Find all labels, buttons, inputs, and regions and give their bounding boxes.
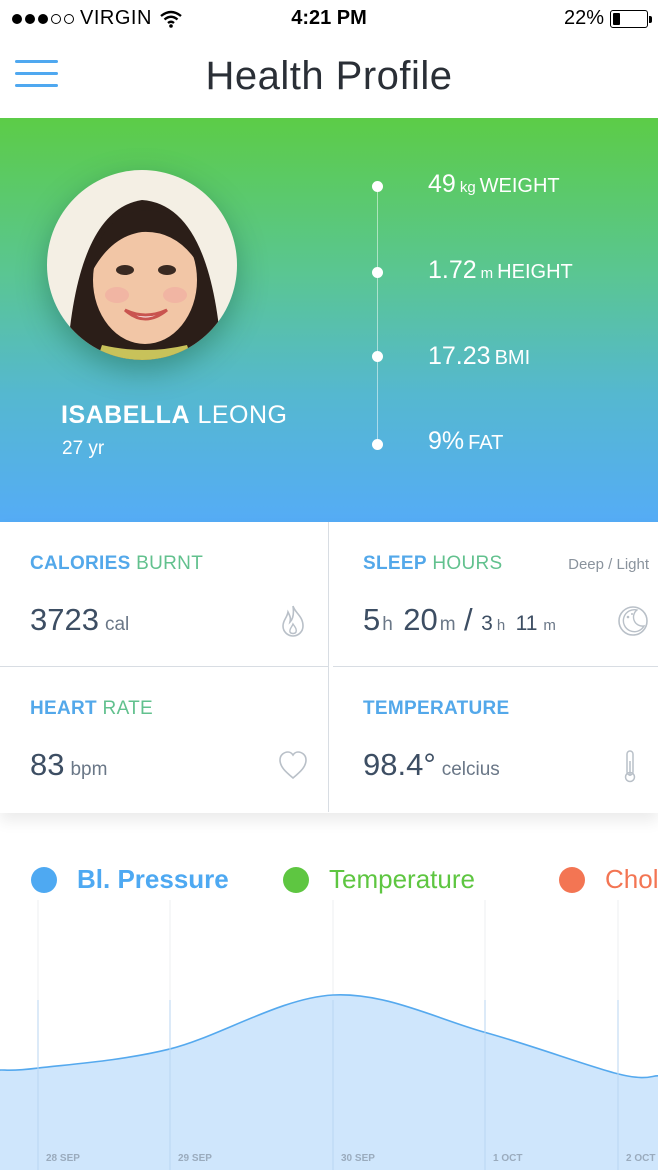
stat-marker <box>372 439 383 450</box>
stat-marker <box>372 181 383 192</box>
heart-icon <box>279 751 307 780</box>
legend-dot <box>283 866 309 893</box>
nav-bar: Health Profile <box>0 38 658 118</box>
stat-height: 1.72 m HEIGHT <box>428 256 573 284</box>
status-right: 22% <box>563 7 652 30</box>
chart-legend: Bl. Pressure Temperature Chol <box>0 864 658 898</box>
stat-fat: 9% FAT <box>428 427 504 455</box>
stats-timeline <box>377 188 378 446</box>
stat-weight: 49 kg WEIGHT <box>428 170 560 198</box>
x-tick-label: 29 SEP <box>178 1153 212 1164</box>
stat-marker <box>372 267 383 278</box>
heart-rate-title: HEART RATE <box>30 698 154 719</box>
flame-icon <box>282 605 304 637</box>
sleep-value: 5h 20 m / 3h 11 m <box>363 602 556 637</box>
battery-fill <box>613 12 621 25</box>
legend-blood-pressure[interactable]: Bl. Pressure <box>31 864 229 895</box>
legend-label: Bl. Pressure <box>77 864 229 894</box>
x-tick-label: 2 OCT <box>626 1153 655 1164</box>
moon-icon <box>618 606 648 636</box>
profile-hero: ISABELLA LEONG 27 yr 49 kg WEIGHT 1.72 m HEI… <box>0 118 658 522</box>
sleep-mode-toggle[interactable]: Deep / Light <box>568 556 649 573</box>
legend-dot <box>559 866 585 893</box>
battery-percentage: 22% <box>563 7 604 29</box>
x-tick-label: 28 SEP <box>46 1153 80 1164</box>
page-title: Health Profile <box>205 54 453 98</box>
stat-bmi: 17.23 BMI <box>428 342 531 370</box>
legend-cholesterol[interactable]: Chol <box>559 864 658 895</box>
temperature-card[interactable]: TEMPERATURE 98.4° celcius <box>333 667 658 812</box>
metrics-grid: CALORIES BURNT 3723 cal SLEEP HOURS Deep … <box>0 522 658 813</box>
heart-rate-value: 83 bpm <box>30 747 108 782</box>
user-name: ISABELLA LEONG <box>61 401 287 430</box>
calories-title: CALORIES BURNT <box>30 553 204 574</box>
heart-rate-card[interactable]: HEART RATE 83 bpm <box>0 667 329 812</box>
stat-marker <box>372 351 383 362</box>
blood-pressure-chart[interactable]: 28 SEP 29 SEP 30 SEP 1 OCT 2 OCT <box>0 900 658 1170</box>
user-first-name: ISABELLA <box>61 401 190 429</box>
calories-value: 3723 cal <box>30 602 130 637</box>
legend-label: Chol <box>605 864 658 894</box>
legend-label: Temperature <box>329 864 475 894</box>
avatar[interactable] <box>47 170 237 360</box>
calories-card[interactable]: CALORIES BURNT 3723 cal <box>0 522 329 667</box>
temperature-title: TEMPERATURE <box>363 698 510 719</box>
status-time: 4:21 PM <box>291 7 367 29</box>
user-age: 27 yr <box>62 438 105 459</box>
battery-icon <box>610 9 652 28</box>
x-tick-label: 1 OCT <box>493 1153 522 1164</box>
user-last-name: LEONG <box>197 401 288 429</box>
profile-photo <box>47 170 237 360</box>
legend-temperature[interactable]: Temperature <box>283 864 475 895</box>
sleep-card[interactable]: SLEEP HOURS Deep / Light 5h 20 m / 3h 11 m <box>333 522 658 667</box>
sleep-title: SLEEP HOURS <box>363 553 503 574</box>
legend-dot <box>31 866 57 893</box>
thermometer-icon <box>624 750 636 783</box>
temperature-value: 98.4° celcius <box>363 747 500 782</box>
chart-area-fill <box>0 994 658 1170</box>
x-tick-label: 30 SEP <box>341 1153 375 1164</box>
status-bar: VIRGIN 4:21 PM 22% <box>0 0 658 38</box>
